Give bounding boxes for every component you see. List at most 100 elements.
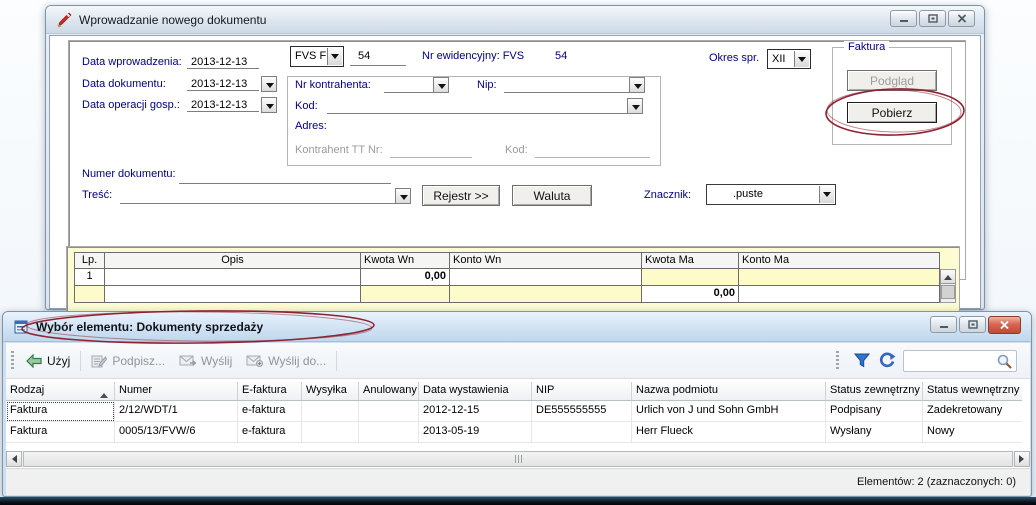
grid-cell-konto-ma[interactable] (739, 269, 940, 286)
search-input[interactable] (904, 355, 996, 367)
marker-combo[interactable]: .puste (706, 184, 836, 205)
cell-status-wewnetrzny[interactable]: Zadekretowany (923, 401, 1022, 422)
document-date-field[interactable] (187, 76, 259, 91)
grid-header-opis[interactable]: Opis (105, 252, 361, 269)
nip-field[interactable] (504, 79, 629, 93)
column-header-nazwa-podmiotu[interactable]: Nazwa podmiotu (632, 382, 826, 401)
cell-nip[interactable]: DE555555555 (532, 401, 632, 422)
code-field[interactable] (327, 100, 627, 114)
cell-status-zewnetrzny[interactable]: Wysłany (826, 422, 923, 443)
column-header-anulowany[interactable]: Anulowany (359, 382, 419, 401)
grid-cell-opis[interactable] (105, 269, 361, 286)
column-header-data-wystawienia[interactable]: Data wystawienia (419, 382, 532, 401)
currency-button[interactable]: Waluta (512, 185, 592, 206)
period-dropdown-button[interactable] (794, 51, 809, 67)
column-header-rodzaj[interactable]: Rodzaj (6, 382, 115, 401)
close-button[interactable] (948, 10, 975, 27)
maximize-button[interactable] (959, 316, 986, 333)
cell-anulowany[interactable] (359, 422, 419, 443)
close-button[interactable] (988, 316, 1021, 334)
column-header-status-zewnetrzny[interactable]: Status zewnętrzny (826, 382, 923, 401)
grid-header-lp[interactable]: Lp. (74, 252, 105, 269)
refresh-icon[interactable] (878, 352, 896, 369)
minimize-button[interactable] (890, 10, 917, 27)
grid-scrollbar-thumb[interactable] (941, 285, 955, 299)
register-button[interactable]: Rejestr >> (422, 185, 500, 206)
cell-rodzaj[interactable]: Faktura (6, 401, 115, 422)
code-dropdown-button[interactable] (627, 98, 643, 114)
cell-wysylka[interactable] (302, 401, 359, 422)
column-header-status-wewnetrzny[interactable]: Status wewnętrzny (923, 382, 1022, 401)
cell-nazwa-podmiotu[interactable]: Herr Flueck (632, 422, 826, 443)
grid-cell-opis[interactable] (105, 286, 361, 303)
cell-data-wystawienia[interactable]: 2012-12-15 (419, 401, 532, 422)
doc-number-field[interactable] (179, 168, 391, 184)
cell-anulowany[interactable] (359, 401, 419, 422)
grid-header-kwota-ma[interactable]: Kwota Ma (642, 252, 739, 269)
grid-cell-kwota-ma[interactable] (642, 269, 739, 286)
grid-header-konto-ma[interactable]: Konto Ma (739, 252, 940, 269)
maximize-button[interactable] (919, 10, 946, 27)
document-date-dropdown-button[interactable] (261, 76, 277, 92)
contractor-no-dropdown-button[interactable] (433, 77, 449, 93)
sign-button[interactable]: Podpisz... (84, 351, 172, 371)
table-row[interactable]: Faktura 0005/13/FVW/6 e-faktura 2013-05-… (6, 422, 1022, 443)
horizontal-scrollbar[interactable] (6, 451, 1030, 467)
preview-button[interactable]: Podgląd (847, 70, 937, 91)
content-field[interactable] (120, 188, 395, 204)
column-header-wysylka[interactable]: Wysyłka (302, 382, 359, 401)
content-dropdown-button[interactable] (395, 188, 411, 204)
grid-cell-konto-ma[interactable] (739, 286, 940, 303)
scroll-up-button[interactable] (941, 270, 955, 284)
document-type-combo[interactable]: FVS F (290, 46, 344, 67)
send-button[interactable]: Wyślij (172, 351, 239, 371)
grid-scrollbar[interactable] (940, 269, 956, 303)
document-no-field[interactable] (350, 48, 406, 66)
toolbar-grip[interactable] (836, 351, 839, 371)
toolbar-grip[interactable] (11, 351, 14, 371)
contractor-no-field[interactable] (384, 79, 433, 93)
marker-dropdown-button[interactable] (819, 186, 834, 203)
grid-cell-kwota-ma[interactable]: 0,00 (642, 286, 739, 303)
minimize-button[interactable] (930, 316, 957, 333)
grid-cell-konto-wn[interactable] (450, 286, 642, 303)
scroll-right-button[interactable] (1014, 451, 1030, 467)
table-row[interactable]: Faktura 2/12/WDT/1 e-faktura 2012-12-15 … (6, 401, 1022, 422)
cell-rodzaj[interactable]: Faktura (6, 422, 115, 443)
title-bar[interactable]: Wybór elementu: Dokumenty sprzedaży (3, 312, 1031, 342)
grid-header-kwota-wn[interactable]: Kwota Wn (361, 252, 450, 269)
grid-cell-konto-wn[interactable] (450, 269, 642, 286)
period-combo[interactable]: XII (767, 49, 811, 69)
grid-cell-kwota-wn[interactable] (361, 286, 450, 303)
nip-dropdown-button[interactable] (629, 77, 645, 93)
cell-efaktura[interactable]: e-faktura (238, 401, 302, 422)
send-to-button[interactable]: Wyślij do... (239, 351, 333, 371)
horizontal-scrollbar-thumb[interactable] (23, 451, 1013, 467)
use-button[interactable]: Użyj (19, 351, 77, 371)
document-type-dropdown-button[interactable] (327, 48, 342, 65)
filter-icon[interactable] (854, 353, 870, 368)
cell-status-zewnetrzny[interactable]: Podpisany (826, 401, 923, 422)
column-header-numer[interactable]: Numer (115, 382, 238, 401)
download-button[interactable]: Pobierz (847, 102, 937, 123)
grid-cell-lp[interactable]: 1 (74, 269, 105, 286)
taskbar-strip[interactable] (0, 497, 1036, 505)
operation-date-field[interactable] (187, 97, 259, 112)
cell-status-wewnetrzny[interactable]: Nowy (923, 422, 1022, 443)
grid-cell-kwota-wn[interactable]: 0,00 (361, 269, 450, 286)
cell-nip[interactable] (532, 422, 632, 443)
cell-wysylka[interactable] (302, 422, 359, 443)
cell-numer[interactable]: 2/12/WDT/1 (115, 401, 238, 422)
grid-header-konto-wn[interactable]: Konto Wn (450, 252, 642, 269)
column-header-nip[interactable]: NIP (532, 382, 632, 401)
cell-numer[interactable]: 0005/13/FVW/6 (115, 422, 238, 443)
column-header-efaktura[interactable]: E-faktura (238, 382, 302, 401)
title-bar[interactable]: Wprowadzanie nowego dokumentu (46, 6, 984, 34)
cell-efaktura[interactable]: e-faktura (238, 422, 302, 443)
search-icon[interactable] (996, 353, 1013, 370)
cell-data-wystawienia[interactable]: 2013-05-19 (419, 422, 532, 443)
operation-date-dropdown-button[interactable] (261, 97, 277, 113)
cell-nazwa-podmiotu[interactable]: Urlich von J und Sohn GmbH (632, 401, 826, 422)
entry-date-field[interactable] (187, 54, 259, 69)
scroll-left-button[interactable] (6, 451, 22, 467)
